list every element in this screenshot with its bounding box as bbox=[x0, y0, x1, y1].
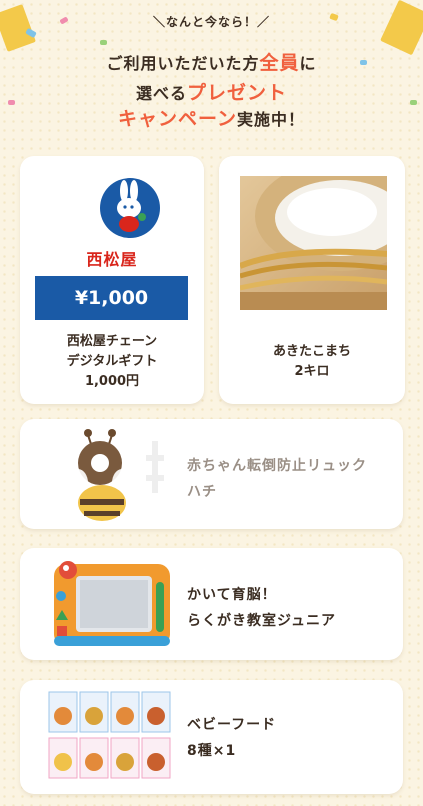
bee-backpack-image bbox=[60, 425, 170, 525]
gift-brand-name: 西松屋 bbox=[86, 250, 138, 269]
rabbit-mascot-icon bbox=[117, 180, 146, 232]
bee-backpack-line: ハチ bbox=[187, 484, 217, 500]
drawing-board-line: らくがき教室ジュニア bbox=[187, 613, 337, 629]
baby-food-line: ベビーフード bbox=[187, 717, 277, 733]
header-tag: ＼なんと今なら！／ bbox=[152, 15, 270, 29]
prize-card-gift[interactable]: 西松屋 ¥1,000 西松屋チェーン デジタルギフト 1,000円 bbox=[20, 156, 204, 404]
bee-backpack-line: 赤ちゃん転倒防止リュック bbox=[187, 458, 367, 474]
prize-card-bee-backpack[interactable]: 赤ちゃん転倒防止リュック ハチ bbox=[20, 419, 403, 529]
gift-description: 西松屋チェーン デジタルギフト 1,000円 bbox=[20, 332, 204, 392]
rice-description: あきたこまち 2キロ bbox=[219, 342, 405, 382]
rice-description-line: あきたこまち bbox=[272, 344, 351, 359]
gift-description-line: デジタルギフト bbox=[66, 354, 158, 369]
gift-description-line: 1,000円 bbox=[84, 374, 140, 389]
campaign-header: ＼なんと今なら！／ ご利用いただいた方全員に 選べるプレゼント キャンペーン実施… bbox=[0, 0, 423, 150]
rice-basket-image bbox=[240, 176, 387, 310]
prize-card-rice[interactable]: あきたこまち 2キロ bbox=[219, 156, 405, 404]
baby-food-image bbox=[47, 690, 177, 786]
gift-price-bar: ¥1,000 bbox=[35, 276, 188, 320]
header-line-2-accent: プレゼント bbox=[187, 82, 288, 104]
header-line-2-text-a: 選べる bbox=[135, 84, 187, 103]
prize-card-baby-food[interactable]: ベビーフード 8種×1 bbox=[20, 680, 403, 794]
prize-card-drawing-board[interactable]: かいて育脳！ らくがき教室ジュニア bbox=[20, 548, 403, 660]
nishimatsuya-logo-icon bbox=[100, 178, 160, 238]
header-line-3-accent: キャンペーン bbox=[117, 108, 238, 130]
header-line-1: ご利用いただいた方全員に bbox=[0, 48, 423, 75]
drawing-board-icon bbox=[54, 561, 170, 646]
rice-description-line: 2キロ bbox=[294, 364, 330, 379]
baby-food-description: ベビーフード 8種×1 bbox=[187, 712, 276, 764]
header-line-3: キャンペーン実施中！ bbox=[0, 104, 423, 131]
header-line-2: 選べるプレゼント bbox=[0, 78, 423, 105]
baby-food-packages-icon bbox=[48, 691, 171, 779]
drawing-board-image bbox=[52, 558, 172, 650]
baby-food-line: 8種×1 bbox=[187, 743, 237, 759]
header-line-1-text-a: ご利用いただいた方 bbox=[106, 54, 260, 73]
header-line-1-text-b: に bbox=[299, 54, 317, 73]
gift-description-line: 西松屋チェーン bbox=[66, 334, 158, 349]
header-line-3-text-b: 実施中！ bbox=[237, 110, 306, 129]
bee-backpack-description: 赤ちゃん転倒防止リュック ハチ bbox=[187, 453, 367, 505]
drawing-board-description: かいて育脳！ らくがき教室ジュニア bbox=[187, 582, 336, 634]
rice-illustration-icon bbox=[240, 176, 387, 310]
bee-backpack-icon bbox=[68, 429, 164, 521]
header-line-1-accent: 全員 bbox=[259, 52, 300, 74]
drawing-board-line: かいて育脳！ bbox=[187, 587, 277, 603]
